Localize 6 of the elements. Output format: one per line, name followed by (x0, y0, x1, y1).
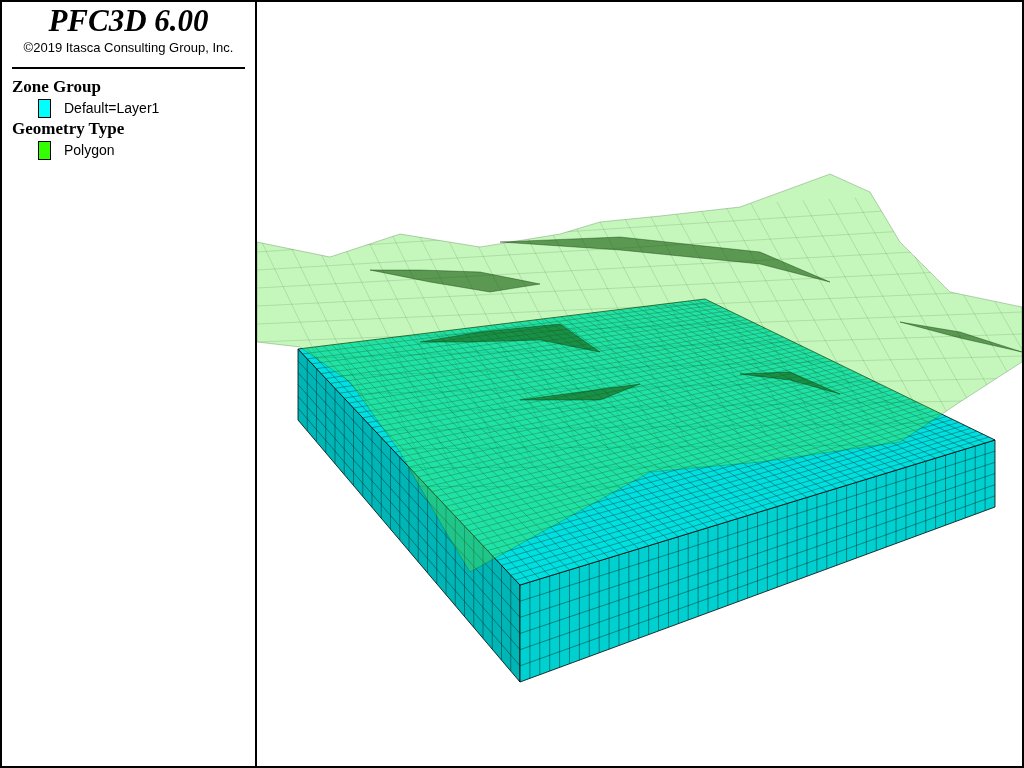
legend-heading: Geometry Type (12, 119, 126, 139)
app-title: PFC3D 6.00 (47, 2, 210, 40)
legend-label: Default=Layer1 (64, 100, 160, 116)
copyright-text: ©2019 Itasca Consulting Group, Inc. (22, 40, 235, 55)
legend-label: Polygon (64, 142, 115, 158)
legend-heading: Zone Group (12, 77, 102, 97)
